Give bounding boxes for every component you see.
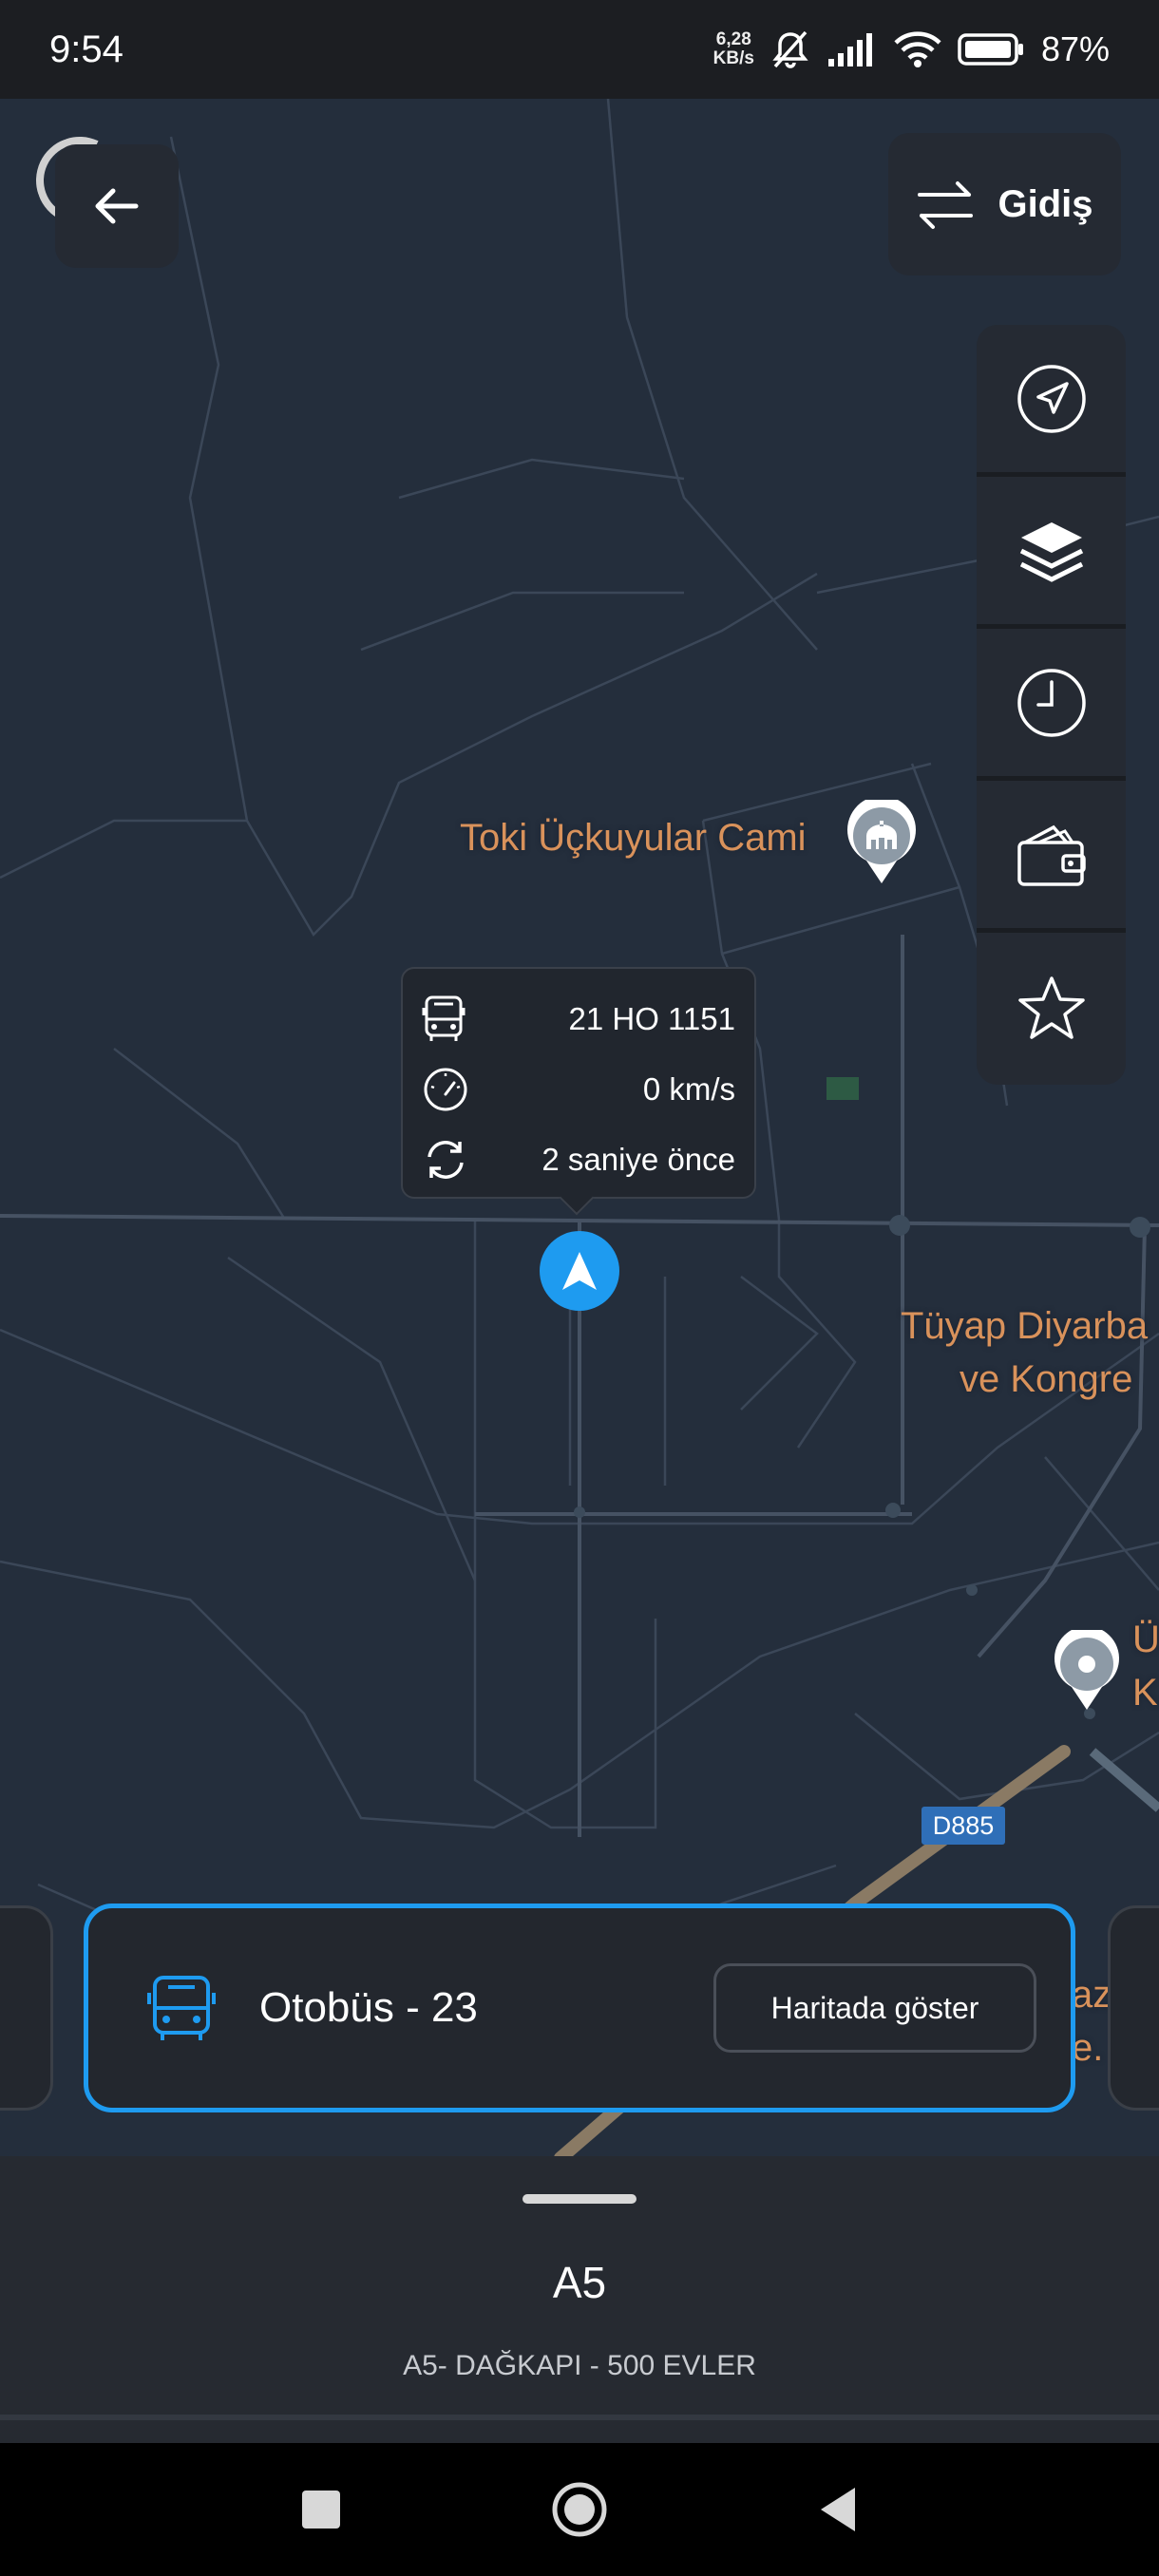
status-icons: 6,28 KB/s 87%	[713, 28, 1110, 70]
arrow-left-icon	[95, 188, 139, 224]
show-on-map-button[interactable]: Haritada göster	[713, 1963, 1036, 2053]
network-speed-unit: KB/s	[712, 48, 754, 68]
drag-handle[interactable]	[522, 2194, 636, 2204]
poi-label-right-line1: Ü	[1132, 1619, 1159, 1660]
swap-arrows-icon	[918, 181, 974, 229]
star-icon	[1017, 976, 1085, 1039]
popup-plate-row: 21 HO 1151	[422, 984, 735, 1054]
mute-icon	[772, 30, 808, 68]
location-pin-icon[interactable]	[1053, 1630, 1121, 1712]
bottom-sheet[interactable]: A5 A5- DAĞKAPI - 500 EVLER	[0, 2156, 1159, 2443]
speedometer-icon	[424, 1068, 467, 1111]
road-badge: D885	[922, 1807, 1005, 1845]
back-button[interactable]	[55, 144, 179, 268]
vehicle-card-next[interactable]	[1108, 1905, 1159, 2111]
route-direction-label: Gidiş	[998, 182, 1093, 225]
system-nav-bar	[0, 2443, 1159, 2576]
clock-icon	[1016, 668, 1086, 737]
locate-button[interactable]	[977, 325, 1126, 477]
status-time: 9:54	[49, 28, 124, 70]
poi-label-right-line2: K	[1132, 1672, 1158, 1714]
recents-icon[interactable]	[300, 2489, 342, 2530]
vehicle-plate: 21 HO 1151	[568, 1001, 735, 1036]
bus-icon	[147, 1976, 216, 2040]
poi-label-tuyap-line2: ve Kongre	[960, 1358, 1133, 1400]
vehicle-speed: 0 km/s	[642, 1071, 735, 1107]
poi-label-card-right-line2: e.	[1072, 2027, 1104, 2069]
mosque-pin-icon[interactable]	[846, 800, 918, 885]
map-toolbar	[977, 325, 1126, 1085]
signal-icon	[827, 33, 872, 66]
network-speed: 6,28 KB/s	[713, 30, 754, 68]
wifi-icon	[894, 31, 941, 67]
vehicle-info-popup: 21 HO 1151 0 km/s 2 saniye önce	[401, 967, 756, 1216]
battery-icon	[958, 33, 1023, 66]
fare-button[interactable]	[977, 781, 1126, 933]
poi-label-mosque: Toki Üçkuyular Cami	[460, 817, 807, 859]
route-direction-toggle[interactable]: Gidiş	[888, 133, 1121, 275]
status-bar: 9:54 6,28 KB/s 87%	[0, 0, 1159, 99]
vehicle-card[interactable]: Otobüs - 23 Haritada göster	[84, 1904, 1075, 2112]
refresh-icon	[428, 1141, 464, 1179]
network-speed-value: 6,28	[715, 29, 751, 49]
last-updated: 2 saniye önce	[542, 1142, 735, 1177]
vehicle-card-title: Otobüs - 23	[259, 1984, 478, 2031]
back-nav-icon[interactable]	[817, 2486, 859, 2533]
line-name: A5- DAĞKAPI - 500 EVLER	[403, 2350, 756, 2381]
layers-button[interactable]	[977, 477, 1126, 629]
poi-label-tuyap-line1: Tüyap Diyarba	[901, 1305, 1149, 1347]
poi-label-card-right-line1: az	[1072, 1974, 1112, 2016]
bus-location-marker[interactable]	[540, 1231, 619, 1311]
schedule-button[interactable]	[977, 629, 1126, 781]
battery-percentage: 87%	[1040, 29, 1110, 68]
home-icon[interactable]	[551, 2481, 608, 2538]
bus-icon	[422, 995, 466, 1041]
sheet-divider	[0, 2415, 1159, 2420]
layers-icon	[1019, 521, 1083, 582]
favorite-button[interactable]	[977, 933, 1126, 1085]
popup-speed-row: 0 km/s	[422, 1054, 735, 1125]
line-code: A5	[552, 2258, 607, 2307]
navigation-icon	[1016, 364, 1086, 433]
navigation-arrow-icon	[562, 1252, 597, 1290]
vehicle-card-previous[interactable]	[0, 1905, 53, 2111]
wallet-icon	[1016, 824, 1086, 886]
screen: 9:54 6,28 KB/s 87% Toki Üçkuyular Cami T…	[0, 0, 1159, 2576]
